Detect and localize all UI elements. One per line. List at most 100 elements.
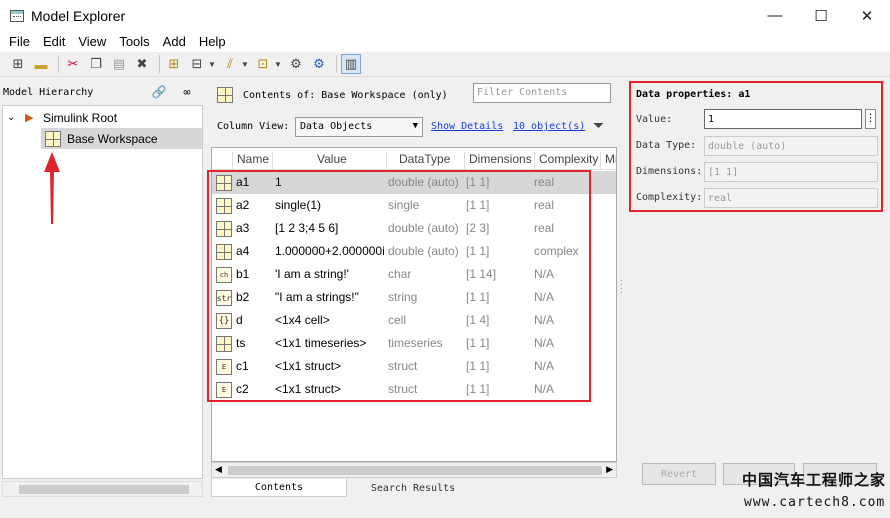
cell-complexity: N/A — [534, 313, 555, 327]
filter-funnel-icon[interactable]: ⏷ — [593, 117, 604, 134]
open-folder-icon[interactable]: ▬ — [31, 54, 51, 74]
filter-contents-input[interactable]: Filter Contents — [473, 83, 611, 103]
cell-datatype: single — [388, 198, 420, 212]
cell-name: c1 — [236, 359, 249, 373]
more-options-icon[interactable]: ⋮ — [865, 109, 876, 129]
panel-splitter-handle[interactable]: · · · · — [620, 276, 623, 297]
chevron-down-icon[interactable]: ▼ — [273, 54, 283, 74]
tree-item-base-workspace[interactable]: Base Workspace — [41, 128, 202, 149]
new-model-icon[interactable]: ⊞ — [8, 54, 28, 74]
hierarchy-tree: ⌄ ▶ Simulink Root Base Workspace — [2, 105, 203, 479]
cell-value: single(1) — [275, 198, 322, 212]
cell-dimensions: [1 1] — [466, 359, 490, 373]
column-view-select[interactable]: Data Objects ▼ — [295, 117, 423, 137]
cell-complexity: N/A — [534, 336, 555, 350]
contents-horizontal-scrollbar[interactable]: ◀ ▶ — [211, 462, 617, 478]
tree-item-simulink-root[interactable]: ⌄ ▶ Simulink Root — [3, 107, 202, 128]
matrix-icon — [216, 244, 232, 260]
column-header-complexity[interactable]: Complexity — [534, 152, 600, 170]
minimize-button[interactable]: — — [752, 0, 798, 31]
dialog-view-icon[interactable]: ▥ — [341, 54, 361, 74]
column-header-datatype[interactable]: DataType — [386, 152, 464, 170]
cell-datatype: double (auto) — [388, 244, 459, 258]
string-icon: str — [216, 290, 232, 306]
cell-name: d — [236, 313, 243, 327]
toolbar-separator — [336, 55, 337, 73]
add-object-icon[interactable]: ⊡ — [253, 54, 273, 74]
glasses-icon[interactable]: ∞ — [178, 83, 196, 101]
menu-help[interactable]: Help — [199, 34, 226, 49]
matrix-icon — [216, 336, 232, 352]
table-row[interactable]: str b2 "I am a strings!" string [1 1] N/A — [212, 286, 616, 309]
add-configuration-icon[interactable]: ⫽ — [220, 54, 240, 74]
column-header-value[interactable]: Value — [272, 152, 386, 170]
table-row[interactable]: {} d <1x4 cell> cell [1 4] N/A — [212, 309, 616, 332]
table-row[interactable]: Ec1 <1x1 struct> struct [1 1] N/A — [212, 355, 616, 378]
cell-name: ts — [236, 336, 246, 350]
chevron-down-icon[interactable]: ▼ — [240, 54, 250, 74]
menu-add[interactable]: Add — [163, 34, 186, 49]
table-row[interactable]: Ec2 <1x1 struct> struct [1 1] N/A — [212, 378, 616, 401]
table-row[interactable]: a3 [1 2 3;4 5 6] double (auto) [2 3] real — [212, 217, 616, 240]
value-input[interactable]: 1 — [704, 109, 862, 129]
scrollbar-thumb[interactable] — [228, 466, 602, 475]
chevron-expanded-icon[interactable]: ⌄ — [7, 112, 19, 123]
maximize-button[interactable]: ☐ — [798, 0, 844, 31]
cell-value: 1 — [275, 175, 282, 189]
contents-header: Contents of: Base Workspace (only) — [217, 87, 448, 103]
workspace-grid-icon — [45, 130, 61, 147]
delete-icon[interactable]: ✖ — [132, 54, 152, 74]
contents-panel: Contents of: Base Workspace (only) Filte… — [207, 79, 620, 499]
menu-file[interactable]: File — [9, 34, 30, 49]
scroll-left-icon[interactable]: ◀ — [215, 464, 222, 475]
cut-icon[interactable]: ✂ — [63, 54, 83, 74]
object-count-link[interactable]: 10 object(s) — [513, 121, 585, 132]
datatype-field: double (auto) — [704, 136, 878, 156]
cell-value: <1x1 struct> — [275, 359, 342, 373]
model-advisor-icon[interactable]: ⚙ — [309, 54, 329, 74]
tab-search-results[interactable]: Search Results — [347, 479, 479, 497]
cell-value: 1.000000+2.000000i — [275, 244, 385, 258]
menu-view[interactable]: View — [78, 34, 106, 49]
watermark: 中国汽车工程师之家 www.cartech8.com — [738, 465, 888, 515]
show-details-link[interactable]: Show Details — [431, 121, 503, 132]
chevron-down-icon[interactable]: ▼ — [207, 54, 217, 74]
table-row[interactable]: a4 1.000000+2.000000i double (auto) [1 1] co… — [212, 240, 616, 263]
menu-tools[interactable]: Tools — [119, 34, 149, 49]
scrollbar-thumb[interactable] — [19, 485, 189, 494]
tab-contents[interactable]: Contents — [211, 479, 347, 497]
cell-name: a2 — [236, 198, 250, 212]
tree-item-label: Simulink Root — [43, 110, 118, 125]
link-icon[interactable]: 🔗 — [150, 83, 168, 101]
table-row[interactable]: ch b1 'I am a string!' char [1 14] N/A — [212, 263, 616, 286]
column-header-name[interactable]: Name — [232, 152, 272, 170]
table-row[interactable]: ts <1x1 timeseries> timeseries [1 1] N/A — [212, 332, 616, 355]
matrix-icon — [216, 198, 232, 214]
paste-icon[interactable]: ▤ — [109, 54, 129, 74]
workspace-grid-icon — [217, 87, 233, 103]
cell-name: b1 — [236, 267, 250, 281]
table-row[interactable]: a1 1 double (auto) [1 1] real — [212, 171, 616, 194]
settings-gear-icon[interactable]: ⚙ — [286, 54, 306, 74]
column-header-dimensions[interactable]: Dimensions — [464, 152, 534, 170]
cell-value: [1 2 3;4 5 6] — [275, 221, 339, 235]
menu-edit[interactable]: Edit — [43, 34, 65, 49]
cell-value: <1x1 timeseries> — [275, 336, 367, 350]
cell-complexity: real — [534, 175, 555, 189]
close-button[interactable]: ✕ — [844, 0, 890, 31]
struct-icon: E — [216, 359, 232, 375]
copy-icon[interactable]: ❐ — [86, 54, 106, 74]
toolbar-separator — [58, 55, 59, 73]
watermark-url: www.cartech8.com — [744, 495, 886, 510]
table-row[interactable]: a2 single(1) single [1 1] real — [212, 194, 616, 217]
scroll-right-icon[interactable]: ▶ — [606, 464, 613, 475]
column-header-minimum[interactable]: Mi — [600, 152, 616, 170]
cell-complexity: N/A — [534, 359, 555, 373]
simulink-root-icon: ▶ — [25, 112, 34, 124]
hierarchy-horizontal-scrollbar[interactable] — [2, 481, 203, 497]
cell-value: 'I am a string!' — [275, 267, 349, 281]
add-data-icon[interactable]: ⊞ — [164, 54, 184, 74]
revert-button[interactable]: Revert — [642, 463, 716, 485]
add-signal-icon[interactable]: ⊟ — [187, 54, 207, 74]
cell-dimensions: [1 4] — [466, 313, 490, 327]
